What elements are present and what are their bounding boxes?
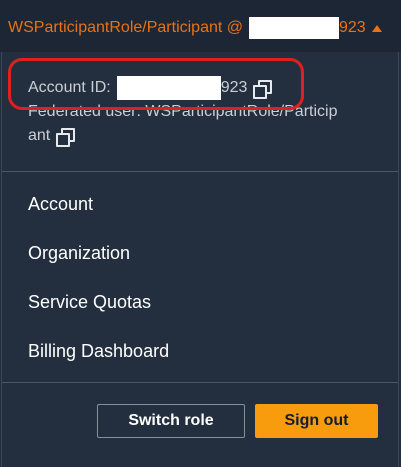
account-suffix: 923: [339, 19, 366, 36]
sign-out-button[interactable]: Sign out: [255, 404, 378, 438]
top-bar: WSParticipantRole/Participant @ 923: [0, 0, 401, 52]
menu-item-organization[interactable]: Organization: [28, 237, 169, 286]
copy-icon[interactable]: [56, 128, 76, 147]
federated-user-line2: ant: [28, 127, 51, 144]
switch-role-button[interactable]: Switch role: [97, 404, 245, 438]
federated-user-info: Federated user: WSParticipantRole/Partic…: [28, 100, 380, 124]
federated-user-row2: ant: [28, 124, 380, 148]
redacted-account-id: [116, 76, 221, 100]
account-id-row: Account ID: 923: [28, 76, 380, 100]
account-info: Account ID: 923 Federated user: WSPartic…: [28, 76, 380, 148]
account-id-suffix: 923: [220, 79, 248, 96]
divider: [2, 171, 398, 172]
role-label: WSParticipantRole/Participant @: [8, 19, 243, 36]
redacted-account-id: [249, 17, 339, 39]
account-menu: Account Organization Service Quotas Bill…: [28, 188, 169, 384]
account-menu-toggle[interactable]: WSParticipantRole/Participant @ 923: [8, 17, 382, 39]
caret-up-icon: [371, 24, 382, 32]
menu-item-account[interactable]: Account: [28, 188, 169, 237]
account-id-label: Account ID:: [28, 79, 111, 96]
account-dropdown-panel: Account ID: 923 Federated user: WSPartic…: [1, 52, 399, 467]
federated-user-line1: Federated user: WSParticipantRole/Partic…: [28, 103, 338, 120]
menu-item-billing-dashboard[interactable]: Billing Dashboard: [28, 335, 169, 384]
menu-item-service-quotas[interactable]: Service Quotas: [28, 286, 169, 335]
copy-icon[interactable]: [253, 80, 273, 99]
divider: [2, 382, 398, 383]
